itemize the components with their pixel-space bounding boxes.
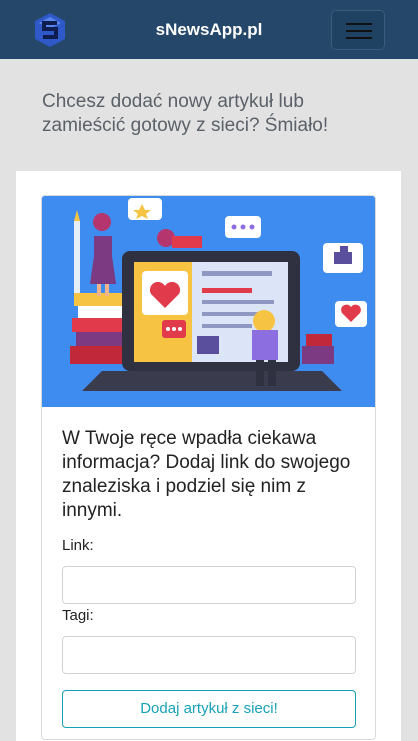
illustration-image <box>42 196 375 407</box>
link-label: Link: <box>62 537 94 554</box>
add-article-button[interactable]: Dodaj artykuł z sieci! <box>62 690 356 728</box>
card-description: W Twoje ręce wpadła ciekawa informacja? … <box>62 428 351 521</box>
hamburger-icon <box>346 23 372 25</box>
menu-toggle-button[interactable] <box>331 10 385 50</box>
add-link-card: W Twoje ręce wpadła ciekawa informacja? … <box>41 195 376 740</box>
link-input[interactable] <box>62 566 356 604</box>
tags-label: Tagi: <box>62 607 94 624</box>
tags-input[interactable] <box>62 636 356 674</box>
navbar: sNewsApp.pl <box>0 0 418 59</box>
lead-text: Chcesz dodać nowy artykuł lub zamieścić … <box>42 91 329 136</box>
